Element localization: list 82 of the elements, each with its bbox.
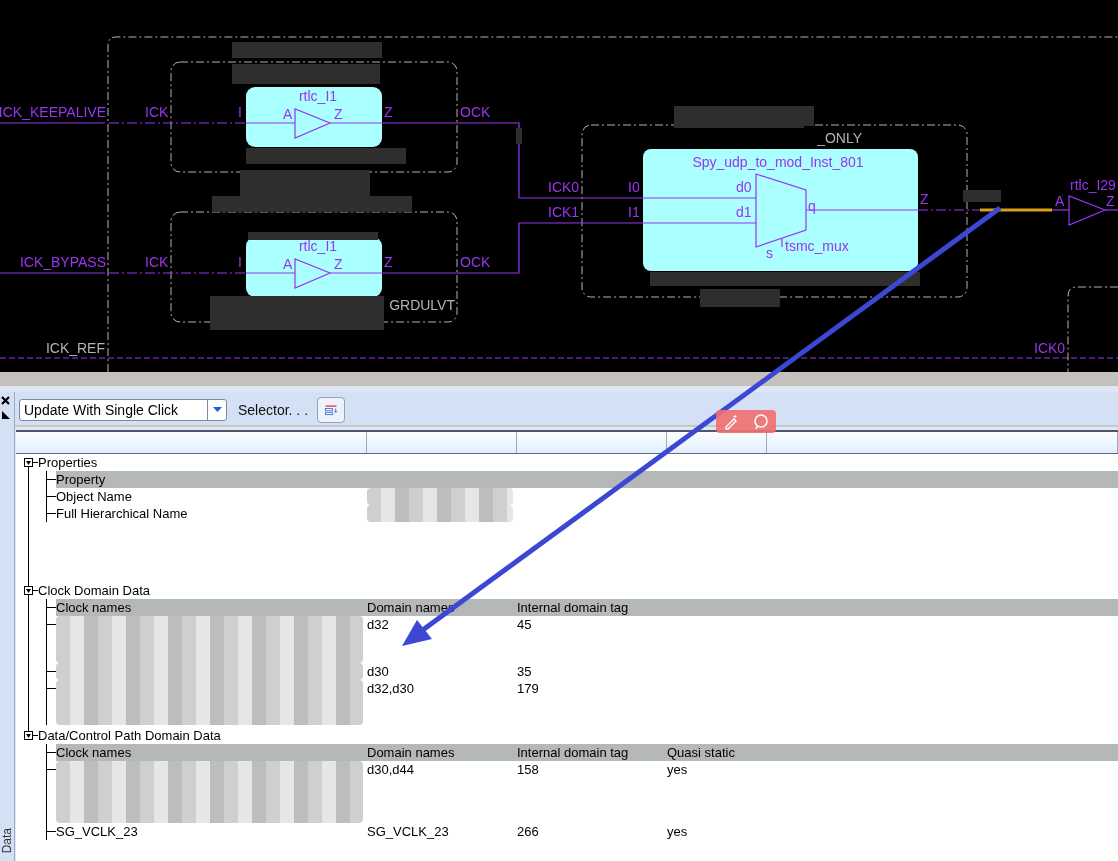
table-cell-text: yes — [667, 761, 689, 778]
buffer-symbol[interactable] — [1068, 195, 1107, 226]
net-wire — [1051, 209, 1070, 211]
table-cell-text: 266 — [517, 823, 540, 840]
port-label: ICK — [145, 104, 169, 120]
mux-cell[interactable] — [643, 149, 918, 271]
instance-label: rtlc_I1 — [298, 238, 338, 254]
pin-label: I1 — [628, 204, 640, 220]
buffer-cell[interactable] — [246, 87, 382, 147]
module-label: _ONLY — [817, 130, 862, 146]
net-label: ICK_REF — [45, 340, 105, 356]
selector-link[interactable]: Selector. . . — [238, 401, 309, 418]
table-cell-text: 158 — [517, 761, 540, 778]
table-cell-text: d32 — [367, 616, 390, 633]
pin-label: Z — [1106, 193, 1115, 209]
instance-label: rtlc_I29 — [1070, 177, 1116, 193]
table-cell-text: yes — [667, 823, 689, 840]
table-cell-text: Object Name — [55, 488, 133, 505]
pin-label: I — [238, 254, 242, 270]
table-cell-text: d32,d30 — [367, 680, 415, 697]
section-title[interactable]: Properties — [38, 455, 98, 470]
buffer-symbol — [294, 108, 332, 139]
table-cell-text: 179 — [517, 680, 540, 697]
table-cell-text: d30,d44 — [367, 761, 415, 778]
instance-label: rtlc_I1 — [298, 88, 338, 104]
pin-label: Z — [384, 254, 393, 270]
corner-icon[interactable] — [1, 410, 10, 419]
section-title[interactable]: Clock Domain Data — [38, 583, 150, 598]
pin-label: Z — [334, 256, 343, 272]
table-header-cell-text: Domain names — [367, 744, 456, 761]
table-header-cell-text: Clock names — [55, 744, 133, 761]
net-wire — [781, 237, 783, 248]
pen-icon[interactable] — [722, 413, 739, 430]
redaction-block — [963, 190, 1001, 202]
expand-icon[interactable] — [24, 458, 33, 467]
port-label: ICK0 — [548, 179, 580, 195]
table-cell-text: SG_VCLK_23 — [367, 823, 450, 840]
port-label: OCK — [460, 104, 491, 120]
port-label: ICK1 — [548, 204, 580, 220]
table-header-cell-text: Clock names — [55, 599, 133, 616]
table-header-cell-text: Property — [55, 471, 107, 488]
pin-label: A — [1055, 193, 1065, 209]
pin-label: d1 — [736, 204, 752, 220]
dropdown-arrow-icon[interactable] — [212, 407, 222, 412]
pin-label: I — [238, 104, 242, 120]
search-icon[interactable] — [751, 412, 770, 431]
table-header-cell-text: Internal domain tag — [517, 599, 630, 616]
pin-label: A — [283, 106, 293, 122]
expand-icon[interactable] — [24, 586, 33, 595]
close-icon[interactable] — [1, 396, 10, 405]
section-title[interactable]: Data/Control Path Domain Data — [38, 728, 221, 743]
table-header-cell-text: Quasi static — [667, 744, 736, 761]
pin-label: A — [283, 256, 293, 272]
net-wire — [1104, 209, 1118, 211]
table-cell-text: Full Hierarchical Name — [55, 505, 189, 522]
pin-label: q — [808, 198, 816, 214]
port-label: ICK — [145, 254, 169, 270]
table-cell-text: 45 — [517, 616, 533, 633]
pin-label: d0 — [736, 179, 752, 195]
pin-label: Z — [384, 104, 393, 120]
port-label: ICK0 — [1034, 340, 1066, 356]
redaction-block — [516, 128, 522, 144]
update-mode-dropdown[interactable]: Update With Single Click — [19, 398, 227, 421]
table-cell-text: 35 — [517, 663, 533, 680]
side-tab[interactable]: Data — [0, 825, 14, 855]
buffer-symbol — [294, 258, 332, 289]
cell-type-label: GRDULVT — [389, 297, 455, 313]
port-label: OCK — [460, 254, 491, 270]
highlighted-net[interactable] — [980, 208, 1052, 212]
expand-icon[interactable] — [24, 731, 33, 740]
table-cell-text: SG_VCLK_23 — [55, 823, 139, 840]
pin-label: s — [766, 245, 773, 261]
toolbar-button[interactable] — [317, 396, 346, 423]
net-label: ICK_BYPASS — [19, 254, 106, 270]
table-header-cell-text: Internal domain tag — [517, 744, 630, 761]
net-label: ICK_KEEPALIVE — [0, 104, 106, 120]
pin-label: Z — [334, 106, 343, 122]
pin-label: Z — [920, 191, 929, 207]
cell-type-label: tsmc_mux — [785, 238, 849, 254]
table-cell-text: d30 — [367, 663, 390, 680]
pin-label: I0 — [628, 179, 640, 195]
instance-label: Spy_udp_to_mod_Inst_801 — [692, 154, 864, 170]
